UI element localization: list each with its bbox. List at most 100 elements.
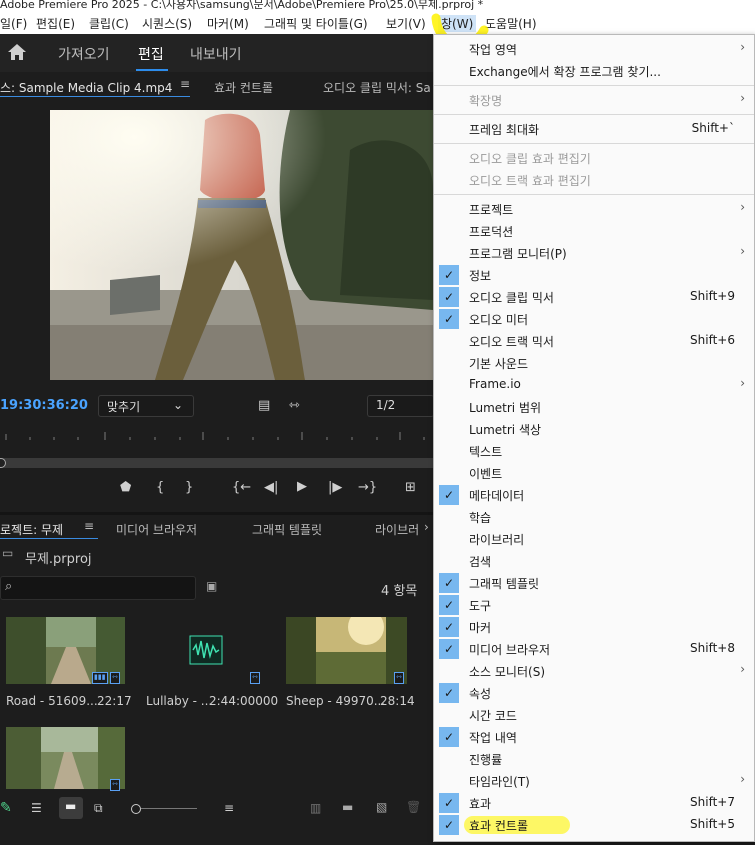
menu-item[interactable]: 라이브러리 [434, 528, 754, 550]
freeform-view-icon[interactable]: ⧉ [94, 801, 103, 816]
menu-item-label: 그래픽 템플릿 [469, 577, 540, 591]
check-icon: ✓ [439, 815, 459, 835]
list-view-icon[interactable]: ☰ [31, 801, 42, 815]
step-forward-icon[interactable]: |▶ [328, 480, 342, 495]
menu-clip[interactable]: 클립(C) [89, 15, 129, 32]
menu-item[interactable]: ✓ 속성 [434, 682, 754, 704]
menu-marker[interactable]: 마커(M) [207, 15, 249, 32]
menu-item[interactable]: 프레임 최대화 Shift+` [434, 118, 754, 140]
source-timecode[interactable]: 19:30:36:20 [0, 398, 88, 413]
menu-item[interactable]: ✓ 효과 Shift+7 [434, 792, 754, 814]
menu-item[interactable]: 프로덕션 [434, 220, 754, 242]
time-ruler[interactable] [0, 428, 433, 446]
tab-import[interactable]: 가져오기 [58, 44, 110, 64]
export-frame-icon[interactable]: ⊞ [405, 480, 416, 495]
menu-item[interactable]: 텍스트 [434, 440, 754, 462]
hamburger-icon[interactable]: ≡ [180, 77, 190, 91]
menu-graphics[interactable]: 그래픽 및 타이틀(G) [264, 15, 368, 32]
menu-item[interactable]: Lumetri 범위 [434, 396, 754, 418]
search-input[interactable]: ⌕ [0, 576, 196, 600]
tab-audio-clip-mixer[interactable]: 오디오 클립 믹서: Sa [323, 79, 431, 96]
check-icon: ✓ [439, 683, 459, 703]
step-back-icon[interactable]: ◀| [264, 480, 278, 495]
menu-file[interactable]: 일(F) [0, 15, 27, 32]
menu-item[interactable]: ✓ 메타데이터 [434, 484, 754, 506]
tab-source[interactable]: 스: Sample Media Clip 4.mp4 [0, 79, 172, 96]
window-title: Adobe Premiere Pro 2025 - C:\사용자\samsung… [0, 0, 755, 12]
menu-item[interactable]: 프로그램 모니터(P) › [434, 242, 754, 264]
menu-item[interactable]: Frame.io › [434, 374, 754, 396]
resolution-dropdown[interactable]: 1/2 [367, 395, 434, 417]
menu-item[interactable]: 작업 영역 › [434, 38, 754, 60]
menu-window[interactable]: 창(W) [438, 15, 477, 32]
menu-item[interactable]: 소스 모니터(S) › [434, 660, 754, 682]
menu-item[interactable]: ✓ 정보 [434, 264, 754, 286]
video-badge: ▮▮▮ [92, 672, 108, 684]
sort-icon[interactable]: ≡ [224, 801, 234, 815]
settings-icon[interactable]: ▤ [258, 398, 270, 413]
tab-effect-controls[interactable]: 효과 컨트롤 [214, 79, 273, 96]
menu-item[interactable]: 프로젝트 › [434, 198, 754, 220]
menu-edit[interactable]: 편집(E) [36, 15, 75, 32]
menu-item[interactable]: ✓ 미디어 브라우저 Shift+8 [434, 638, 754, 660]
menu-item[interactable]: ✓ 그래픽 템플릿 [434, 572, 754, 594]
zoom-slider[interactable] [131, 803, 197, 814]
folder-icon[interactable]: ▬ [342, 800, 353, 814]
menu-item-label: 라이브러리 [469, 533, 525, 547]
tab-edit[interactable]: 편집 [138, 44, 164, 64]
tab-export[interactable]: 내보내기 [190, 44, 242, 64]
menu-item[interactable]: Exchange에서 확장 프로그램 찾기... [434, 60, 754, 82]
tab-libraries[interactable]: 라이브러 [375, 521, 419, 538]
menu-item[interactable]: ✓ 작업 내역 [434, 726, 754, 748]
menu-item[interactable]: ✓ 오디오 클립 믹서 Shift+9 [434, 286, 754, 308]
new-bin-icon[interactable]: ▣ [206, 579, 217, 593]
menu-item-label: 미디어 브라우저 [469, 643, 551, 657]
menu-item[interactable]: 타임라인(T) › [434, 770, 754, 792]
icon-view-button[interactable]: ▬ [59, 797, 83, 819]
clip-thumbnail[interactable] [286, 617, 407, 684]
scroll-bar[interactable] [0, 458, 433, 468]
menu-item: 확장명 › [434, 89, 754, 111]
home-icon[interactable] [7, 43, 27, 64]
menu-item[interactable]: 시간 코드 [434, 704, 754, 726]
clip-thumbnail[interactable] [6, 727, 125, 789]
menu-item[interactable]: 오디오 트랙 믹서 Shift+6 [434, 330, 754, 352]
in-point-icon[interactable]: { [156, 480, 164, 495]
menu-item-shortcut: Shift+8 [690, 641, 735, 655]
trash-icon[interactable]: 🗑 [406, 800, 421, 814]
menu-item[interactable]: 이벤트 [434, 462, 754, 484]
menu-item[interactable]: 학습 [434, 506, 754, 528]
menu-view[interactable]: 보기(V) [386, 15, 426, 32]
menu-item[interactable]: 검색 [434, 550, 754, 572]
tab-media-browser[interactable]: 미디어 브라우저 [116, 521, 197, 538]
new-item-icon[interactable]: ▧ [376, 800, 387, 814]
tab-project[interactable]: 로젝트: 무제 [0, 521, 63, 538]
menu-item[interactable]: ✓ 도구 [434, 594, 754, 616]
playhead-handle[interactable] [0, 458, 6, 468]
check-icon: ✓ [439, 485, 459, 505]
audio-thumbnail[interactable] [146, 617, 266, 684]
marker-icon[interactable]: ⬟ [120, 480, 131, 495]
menu-item-label: 마커 [469, 621, 492, 635]
audio-waveform-icon[interactable]: ⇿ [289, 398, 300, 413]
menu-item-label: 이벤트 [469, 467, 503, 481]
chevron-right-icon[interactable]: › [424, 520, 429, 534]
pencil-icon[interactable]: ✎ [0, 800, 12, 816]
out-point-icon[interactable]: } [185, 480, 193, 495]
menu-help[interactable]: 도움말(H) [485, 15, 537, 32]
go-to-out-icon[interactable]: →} [358, 480, 377, 495]
automate-icon[interactable]: ▥ [310, 801, 321, 815]
hamburger-icon[interactable]: ≡ [84, 519, 94, 533]
go-to-in-icon[interactable]: {← [232, 480, 251, 495]
menu-item[interactable]: 진행률 [434, 748, 754, 770]
menu-item[interactable]: 기본 사운드 [434, 352, 754, 374]
menu-item[interactable]: ✓ 마커 [434, 616, 754, 638]
menu-item[interactable]: ✓ 오디오 미터 [434, 308, 754, 330]
tab-graphic-templates[interactable]: 그래픽 템플릿 [252, 521, 322, 538]
zoom-dropdown[interactable]: 맞추기 ⌄ [98, 395, 194, 417]
play-icon[interactable]: ▶ [297, 479, 307, 494]
menu-item-label: 텍스트 [469, 445, 503, 459]
menu-item[interactable]: Lumetri 색상 [434, 418, 754, 440]
menu-item[interactable]: ✓ 효과 컨트롤 Shift+5 [434, 814, 754, 836]
menu-sequence[interactable]: 시퀀스(S) [142, 15, 192, 32]
